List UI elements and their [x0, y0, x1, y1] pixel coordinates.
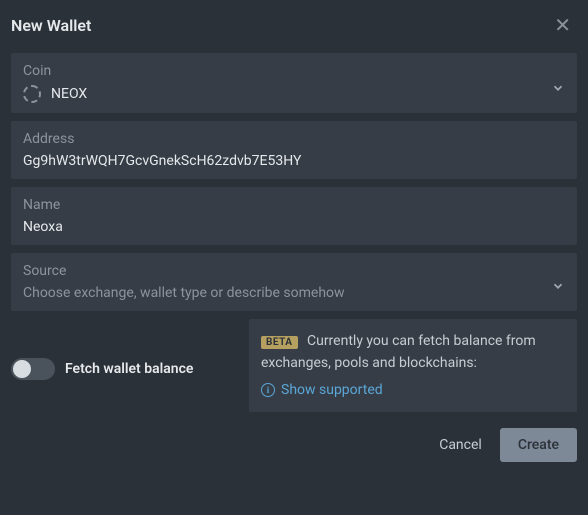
create-button[interactable]: Create — [500, 428, 577, 462]
coin-value-row: NEOX — [23, 85, 565, 103]
chevron-down-icon — [551, 81, 565, 99]
fetch-row: Fetch wallet balance BETA Currently you … — [11, 319, 577, 412]
info-icon: i — [261, 383, 275, 397]
toggle-knob — [13, 360, 31, 378]
address-field[interactable]: Address Gg9hW3trWQH7GcvGnekScH62zdvb7E53… — [11, 121, 577, 179]
modal-actions: Cancel Create — [11, 428, 577, 462]
fetch-toggle-wrap: Fetch wallet balance — [11, 319, 239, 412]
chevron-down-icon — [551, 279, 565, 297]
coin-placeholder-icon — [23, 85, 41, 103]
coin-value: NEOX — [51, 86, 87, 102]
new-wallet-modal: New Wallet ✕ Coin NEOX Address Gg9hW3trW… — [0, 0, 588, 473]
name-field[interactable]: Name Neoxa — [11, 187, 577, 245]
fetch-info-text: Currently you can fetch balance from exc… — [261, 333, 536, 371]
address-label: Address — [23, 131, 565, 147]
beta-badge: BETA — [261, 336, 298, 349]
fetch-label: Fetch wallet balance — [65, 361, 193, 377]
source-label: Source — [23, 263, 565, 279]
source-select[interactable]: Source Choose exchange, wallet type or d… — [11, 253, 577, 311]
name-value: Neoxa — [23, 219, 565, 235]
fetch-toggle[interactable] — [11, 358, 55, 380]
coin-label: Coin — [23, 63, 565, 79]
address-value: Gg9hW3trWQH7GcvGnekScH62zdvb7E53HY — [23, 153, 565, 169]
close-icon[interactable]: ✕ — [548, 11, 577, 39]
source-placeholder: Choose exchange, wallet type or describe… — [23, 285, 565, 301]
show-supported-link[interactable]: i Show supported — [261, 379, 565, 401]
modal-header: New Wallet ✕ — [11, 11, 577, 39]
coin-select[interactable]: Coin NEOX — [11, 53, 577, 113]
name-label: Name — [23, 197, 565, 213]
fetch-info-box: BETA Currently you can fetch balance fro… — [249, 319, 577, 412]
cancel-button[interactable]: Cancel — [439, 437, 482, 453]
show-supported-text: Show supported — [281, 379, 383, 401]
modal-title: New Wallet — [11, 16, 91, 35]
